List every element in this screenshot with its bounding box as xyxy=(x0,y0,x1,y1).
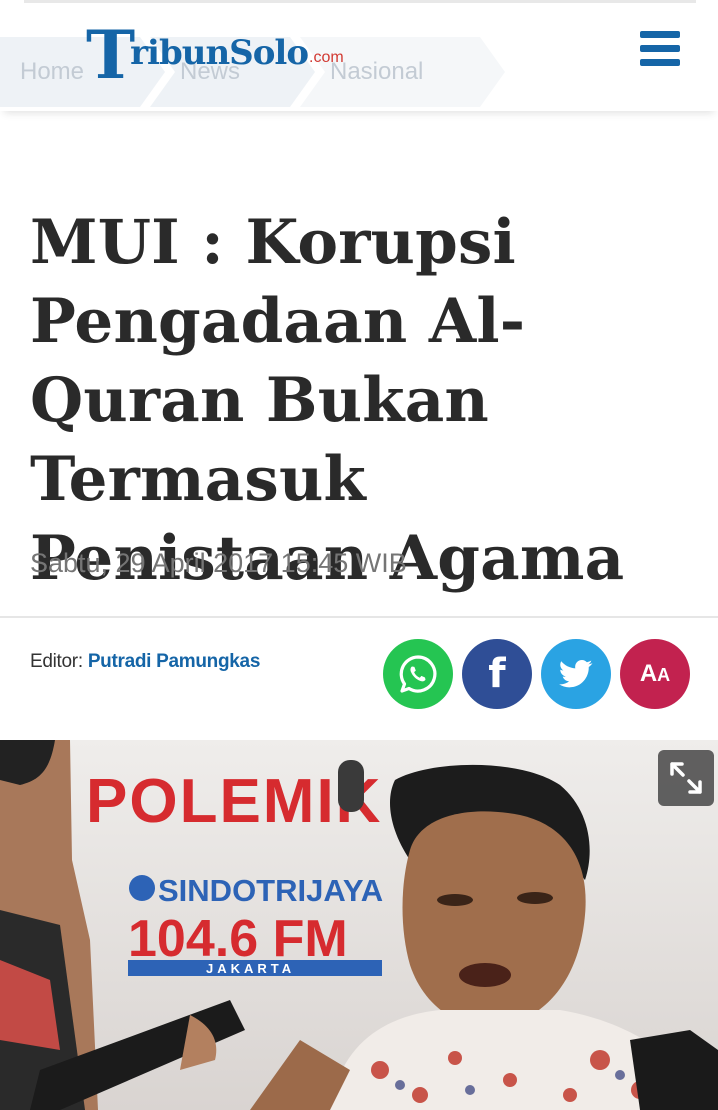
article-photo[interactable]: POLEMIK SINDOTRIJAYA 104.6 FM JAKARTA xyxy=(0,740,718,1110)
facebook-icon: f xyxy=(488,651,506,697)
breadcrumb-nasional-label: Nasional xyxy=(330,58,424,85)
breadcrumb-home-label: Home xyxy=(20,58,85,85)
expand-icon-graphic xyxy=(670,762,702,794)
editor-label: Editor: xyxy=(30,651,83,672)
hamburger-menu-icon[interactable] xyxy=(636,31,684,67)
expand-arrows-icon[interactable] xyxy=(658,750,714,806)
divider xyxy=(0,616,718,618)
logo-text: ribunSolo xyxy=(130,33,309,73)
backdrop-brand-text: POLEMIK xyxy=(86,767,382,836)
station-name-text: SINDOTRIJAYA xyxy=(158,873,383,908)
twitter-bird-icon xyxy=(559,659,593,688)
city-text: JAKARTA xyxy=(206,961,295,976)
site-logo[interactable]: T ribunSolo .com xyxy=(86,15,344,94)
whatsapp-icon xyxy=(399,655,437,693)
frequency-text: 104.6 FM xyxy=(128,910,348,968)
logo-suffix: .com xyxy=(309,49,344,66)
share-whatsapp-button[interactable] xyxy=(383,639,453,709)
article-date: Sabtu, 29 April 2017 15:45 WIB xyxy=(30,548,407,578)
editor-line: Editor: Putradi Pamungkas xyxy=(30,651,260,673)
editor-name-link[interactable]: Putradi Pamungkas xyxy=(88,651,261,672)
font-size-icon: AA xyxy=(639,660,671,687)
share-facebook-button[interactable]: f xyxy=(462,639,532,709)
photo-illustration: POLEMIK SINDOTRIJAYA 104.6 FM JAKARTA xyxy=(0,740,718,1110)
site-header: Home News Nasional T ribunSolo .com xyxy=(0,3,718,111)
logo-initial: T xyxy=(86,16,135,94)
share-twitter-button[interactable] xyxy=(541,639,611,709)
font-size-button[interactable]: AA xyxy=(620,639,690,709)
article-title: MUI : Korupsi Pengadaan Al-Quran Bukan T… xyxy=(30,207,625,594)
